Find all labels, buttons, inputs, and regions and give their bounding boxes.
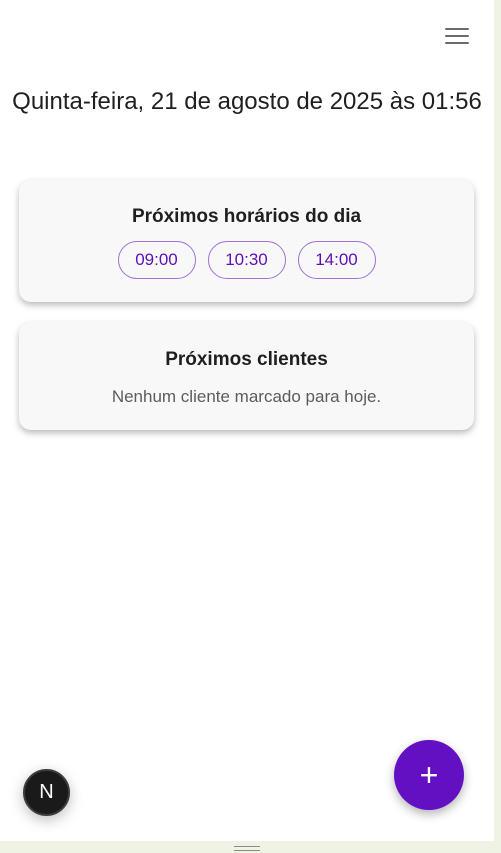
empty-clients-message: Nenhum cliente marcado para hoje. [111,387,382,406]
add-appointment-button[interactable]: + [394,740,464,810]
time-chip[interactable]: 10:30 [207,241,286,279]
nextjs-dev-indicator[interactable]: N [23,769,70,816]
time-chip[interactable]: 09:00 [117,241,196,279]
hamburger-menu-icon[interactable] [445,28,469,48]
handle-line [234,846,260,847]
time-chip[interactable]: 14:00 [297,241,376,279]
menu-bar [445,28,469,30]
menu-bar [445,35,469,37]
next-clients-title: Próximos clientes [165,349,328,370]
resize-handle[interactable] [234,846,260,852]
plus-icon: + [419,757,439,793]
app-screen: Quinta-feira, 21 de agosto de 2025 às 01… [0,0,494,841]
nextjs-logo-icon: N [39,781,54,803]
next-times-card: Próximos horários do dia 09:00 10:30 14:… [19,180,474,302]
date-title: Quinta-feira, 21 de agosto de 2025 às 01… [12,88,482,115]
next-clients-card: Próximos clientes Nenhum cliente marcado… [19,322,474,430]
menu-bar [445,42,469,44]
next-times-title: Próximos horários do dia [131,206,362,227]
handle-line [234,850,260,851]
time-chips: 09:00 10:30 14:00 [19,241,474,279]
